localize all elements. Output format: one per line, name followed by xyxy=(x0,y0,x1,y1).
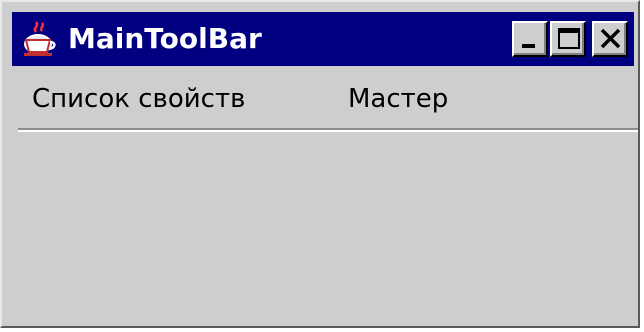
title-bar[interactable]: MainToolBar xyxy=(12,12,634,66)
menu-bar: Список свойств Мастер xyxy=(12,72,634,124)
menu-separator xyxy=(18,128,638,132)
maximize-button[interactable] xyxy=(550,21,586,57)
window-title: MainToolBar xyxy=(68,22,262,55)
minimize-icon xyxy=(522,44,535,48)
menu-item-property-list[interactable]: Список свойств xyxy=(32,82,245,116)
main-window: MainToolBar Список свойств Мастер xyxy=(0,0,640,328)
menu-item-wizard[interactable]: Мастер xyxy=(348,82,448,116)
close-icon xyxy=(600,28,621,49)
java-app-icon xyxy=(20,20,58,58)
maximize-icon xyxy=(558,28,580,49)
close-button[interactable] xyxy=(592,21,628,57)
content-area xyxy=(12,136,634,322)
minimize-button[interactable] xyxy=(512,21,548,57)
